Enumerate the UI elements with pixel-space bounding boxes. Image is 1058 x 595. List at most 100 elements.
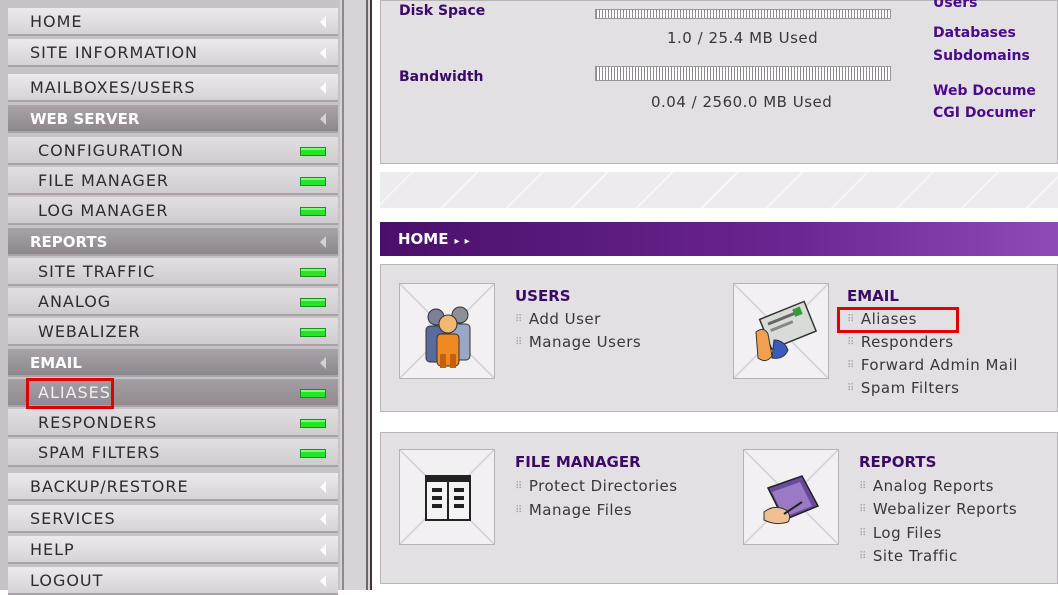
manage-files-link[interactable]: ⠿ Manage Files xyxy=(515,501,632,519)
sidebar-item-responders[interactable]: RESPONDERS xyxy=(8,409,338,437)
users-title[interactable]: USERS xyxy=(515,287,571,305)
status-led-icon xyxy=(300,268,326,277)
sidebar-section-reports[interactable]: REPORTS xyxy=(8,228,338,256)
bandwidth-bar xyxy=(595,66,891,81)
users-link[interactable]: Users xyxy=(933,0,977,11)
bullet-icon: ⠿ xyxy=(859,481,867,492)
bullet-icon: ⠿ xyxy=(847,383,855,394)
sidebar-item-spam-filters[interactable]: SPAM FILTERS xyxy=(8,439,338,467)
sidebar-item-help[interactable]: HELP xyxy=(8,536,338,564)
sidebar-item-label: SPAM FILTERS xyxy=(38,443,161,462)
bullet-icon: ⠿ xyxy=(847,314,855,325)
sidebar-section-web-server[interactable]: WEB SERVER xyxy=(8,105,338,133)
sidebar-section-label: EMAIL xyxy=(30,354,82,372)
disk-space-value: 1.0 / 25.4 MB Used xyxy=(667,29,819,47)
chevron-left-icon xyxy=(320,16,326,28)
sidebar-item-label: CONFIGURATION xyxy=(38,141,184,160)
databases-link[interactable]: Databases xyxy=(933,25,1016,41)
link-label: Spam Filters xyxy=(860,379,960,397)
file-manager-title[interactable]: FILE MANAGER xyxy=(515,453,641,471)
sidebar-item-file-manager[interactable]: FILE MANAGER xyxy=(8,167,338,195)
site-traffic-link[interactable]: ⠿ Site Traffic xyxy=(859,547,958,565)
bandwidth-value: 0.04 / 2560.0 MB Used xyxy=(651,93,833,111)
sidebar-item-configuration[interactable]: CONFIGURATION xyxy=(8,137,338,165)
link-label: Aliases xyxy=(860,310,917,328)
reports-icon xyxy=(763,475,820,525)
status-led-icon xyxy=(300,449,326,458)
main-content: Disk Space 1.0 / 25.4 MB Used Bandwidth … xyxy=(372,0,1058,590)
bullet-icon: ⠿ xyxy=(847,337,855,348)
reports-icon-tile[interactable] xyxy=(743,449,839,545)
sidebar-nav: HOME SITE INFORMATION MAILBOXES/USERS WE… xyxy=(0,0,372,595)
status-led-icon xyxy=(300,207,326,216)
link-label: Add User xyxy=(528,310,601,328)
chevron-left-icon xyxy=(320,82,326,94)
status-led-icon xyxy=(300,177,326,186)
add-user-link[interactable]: ⠿ Add User xyxy=(515,310,601,328)
status-led-icon xyxy=(300,147,326,156)
chevron-left-icon xyxy=(320,575,326,587)
quick-links-panel: USERS ⠿ Add User ⠿ Manage Users EMAIL ⠿ Ali… xyxy=(380,264,1058,412)
link-label: Webalizer Reports xyxy=(872,500,1018,518)
sidebar-item-site-traffic[interactable]: SITE TRAFFIC xyxy=(8,258,338,286)
sidebar-item-label: LOG MANAGER xyxy=(38,201,169,220)
chevron-left-icon xyxy=(320,513,326,525)
sidebar-item-logout[interactable]: LOGOUT xyxy=(8,567,338,595)
sidebar-item-label: MAILBOXES/USERS xyxy=(30,78,196,97)
webalizer-reports-link[interactable]: ⠿ Webalizer Reports xyxy=(859,500,1017,518)
sidebar-item-label: WEBALIZER xyxy=(38,322,141,341)
sidebar-item-backup-restore[interactable]: BACKUP/RESTORE xyxy=(8,473,338,501)
responders-link[interactable]: ⠿ Responders xyxy=(847,333,954,351)
quick-links-panel: FILE MANAGER ⠿ Protect Directories ⠿ Manag… xyxy=(380,432,1058,584)
protect-directories-link[interactable]: ⠿ Protect Directories xyxy=(515,477,678,495)
disk-space-label: Disk Space xyxy=(399,3,486,19)
log-files-link[interactable]: ⠿ Log Files xyxy=(859,524,942,542)
cgi-documents-link[interactable]: CGI Documer xyxy=(933,105,1035,121)
forward-admin-mail-link[interactable]: ⠿ Forward Admin Mail xyxy=(847,356,1018,374)
web-documents-link[interactable]: Web Docume xyxy=(933,83,1036,99)
sidebar-item-services[interactable]: SERVICES xyxy=(8,505,338,533)
spam-filters-link[interactable]: ⠿ Spam Filters xyxy=(847,379,959,397)
analog-reports-link[interactable]: ⠿ Analog Reports xyxy=(859,477,994,495)
sidebar-item-label: RESPONDERS xyxy=(38,413,158,432)
sidebar-divider xyxy=(342,0,344,590)
section-header-title: HOME xyxy=(398,230,449,248)
reports-title[interactable]: REPORTS xyxy=(859,453,936,471)
sidebar-item-label: LOGOUT xyxy=(30,571,104,590)
aliases-link[interactable]: ⠿ Aliases xyxy=(847,310,917,328)
disk-space-bar xyxy=(595,9,891,19)
link-label: Manage Users xyxy=(528,333,642,351)
bullet-icon: ⠿ xyxy=(859,528,867,539)
sidebar-section-label: WEB SERVER xyxy=(30,110,140,128)
manage-users-link[interactable]: ⠿ Manage Users xyxy=(515,333,641,351)
subdomains-link[interactable]: Subdomains xyxy=(933,48,1030,64)
file-manager-icon xyxy=(425,475,471,521)
bullet-icon: ⠿ xyxy=(847,360,855,371)
sidebar-item-aliases[interactable]: ALIASES xyxy=(8,379,338,407)
sidebar-item-label: SITE TRAFFIC xyxy=(38,262,156,281)
section-header-home: HOME ▸ ▸ xyxy=(380,222,1058,256)
sidebar-item-label: HOME xyxy=(30,12,83,31)
link-label: Log Files xyxy=(872,524,942,542)
decorative-strip xyxy=(380,172,1058,208)
file-manager-icon-tile[interactable] xyxy=(399,449,495,545)
link-label: Forward Admin Mail xyxy=(860,356,1018,374)
sidebar-item-webalizer[interactable]: WEBALIZER xyxy=(8,318,338,346)
sidebar-item-analog[interactable]: ANALOG xyxy=(8,288,338,316)
sidebar-section-email[interactable]: EMAIL xyxy=(8,349,338,377)
sidebar-item-home[interactable]: HOME xyxy=(8,8,338,36)
sidebar-item-site-information[interactable]: SITE INFORMATION xyxy=(8,39,338,67)
link-label: Site Traffic xyxy=(872,547,958,565)
status-led-icon xyxy=(300,328,326,337)
bullet-icon: ⠿ xyxy=(515,314,523,325)
sidebar-item-log-manager[interactable]: LOG MANAGER xyxy=(8,197,338,225)
users-icon xyxy=(425,306,471,368)
chevron-left-icon xyxy=(320,544,326,556)
double-arrow-icon: ▸ ▸ xyxy=(454,236,471,247)
email-icon-tile[interactable] xyxy=(733,283,829,379)
email-title[interactable]: EMAIL xyxy=(847,287,899,305)
sidebar-item-mailboxes-users[interactable]: MAILBOXES/USERS xyxy=(8,74,338,102)
chevron-left-icon xyxy=(320,113,326,125)
chevron-left-icon xyxy=(320,236,326,248)
users-icon-tile[interactable] xyxy=(399,283,495,379)
